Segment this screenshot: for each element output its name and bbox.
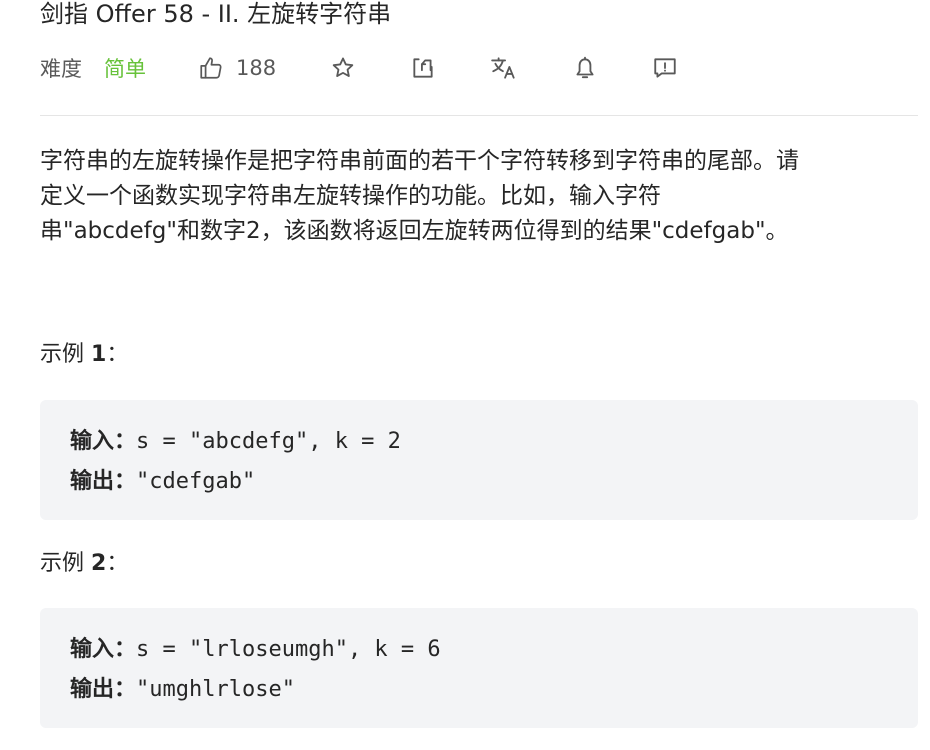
difficulty-label: 难度 bbox=[40, 57, 82, 81]
translate-button[interactable] bbox=[490, 55, 518, 81]
description-line: 串"abcdefg"和数字2，该函数将返回左旋转两位得到的结果"cdefgab"… bbox=[40, 218, 789, 244]
output-value: "umghlrlose" bbox=[136, 677, 295, 702]
output-key: 输出： bbox=[70, 469, 137, 494]
like-count: 188 bbox=[236, 56, 277, 80]
example-1-input-line: 输入：s = "abcdefg", k = 2 bbox=[70, 422, 888, 462]
feedback-button[interactable] bbox=[652, 55, 678, 81]
translate-icon bbox=[490, 55, 518, 81]
example-2-input-line: 输入：s = "lrloseumgh", k = 6 bbox=[70, 630, 888, 670]
problem-description: 字符串的左旋转操作是把字符串前面的若干个字符转移到字符串的尾部。请 定义一个函数… bbox=[40, 144, 920, 249]
example-2-output-line: 输出："umghlrlose" bbox=[70, 670, 888, 710]
problem-title: 剑指 Offer 58 - II. 左旋转字符串 bbox=[40, 0, 392, 28]
input-value: s = "abcdefg", k = 2 bbox=[136, 429, 401, 454]
example-2-code-block: 输入：s = "lrloseumgh", k = 6 输出："umghlrlos… bbox=[40, 608, 918, 728]
share-button[interactable] bbox=[410, 55, 436, 81]
notify-button[interactable] bbox=[572, 55, 598, 81]
bell-icon bbox=[572, 55, 598, 81]
example-2-label: 示例 2： bbox=[40, 551, 129, 576]
example-1-output-line: 输出："cdefgab" bbox=[70, 462, 888, 502]
star-icon bbox=[330, 55, 356, 81]
example-1-label: 示例 1： bbox=[40, 342, 129, 367]
example-1-code-block: 输入：s = "abcdefg", k = 2 输出："cdefgab" bbox=[40, 400, 918, 520]
input-value: s = "lrloseumgh", k = 6 bbox=[136, 637, 441, 662]
share-icon bbox=[410, 55, 436, 81]
problem-meta-bar: 难度 简单 188 bbox=[40, 50, 918, 86]
thumbs-up-icon bbox=[198, 55, 224, 81]
header-divider bbox=[40, 115, 918, 116]
output-key: 输出： bbox=[70, 677, 137, 702]
favorite-button[interactable] bbox=[330, 55, 356, 81]
input-key: 输入： bbox=[70, 429, 137, 454]
input-key: 输入： bbox=[70, 637, 137, 662]
like-button[interactable]: 188 bbox=[198, 55, 276, 81]
difficulty-value: 简单 bbox=[104, 57, 146, 81]
output-value: "cdefgab" bbox=[136, 469, 256, 494]
description-line: 字符串的左旋转操作是把字符串前面的若干个字符转移到字符串的尾部。请 bbox=[40, 148, 799, 174]
description-line: 定义一个函数实现字符串左旋转操作的功能。比如，输入字符 bbox=[40, 183, 661, 209]
feedback-icon bbox=[652, 55, 678, 81]
